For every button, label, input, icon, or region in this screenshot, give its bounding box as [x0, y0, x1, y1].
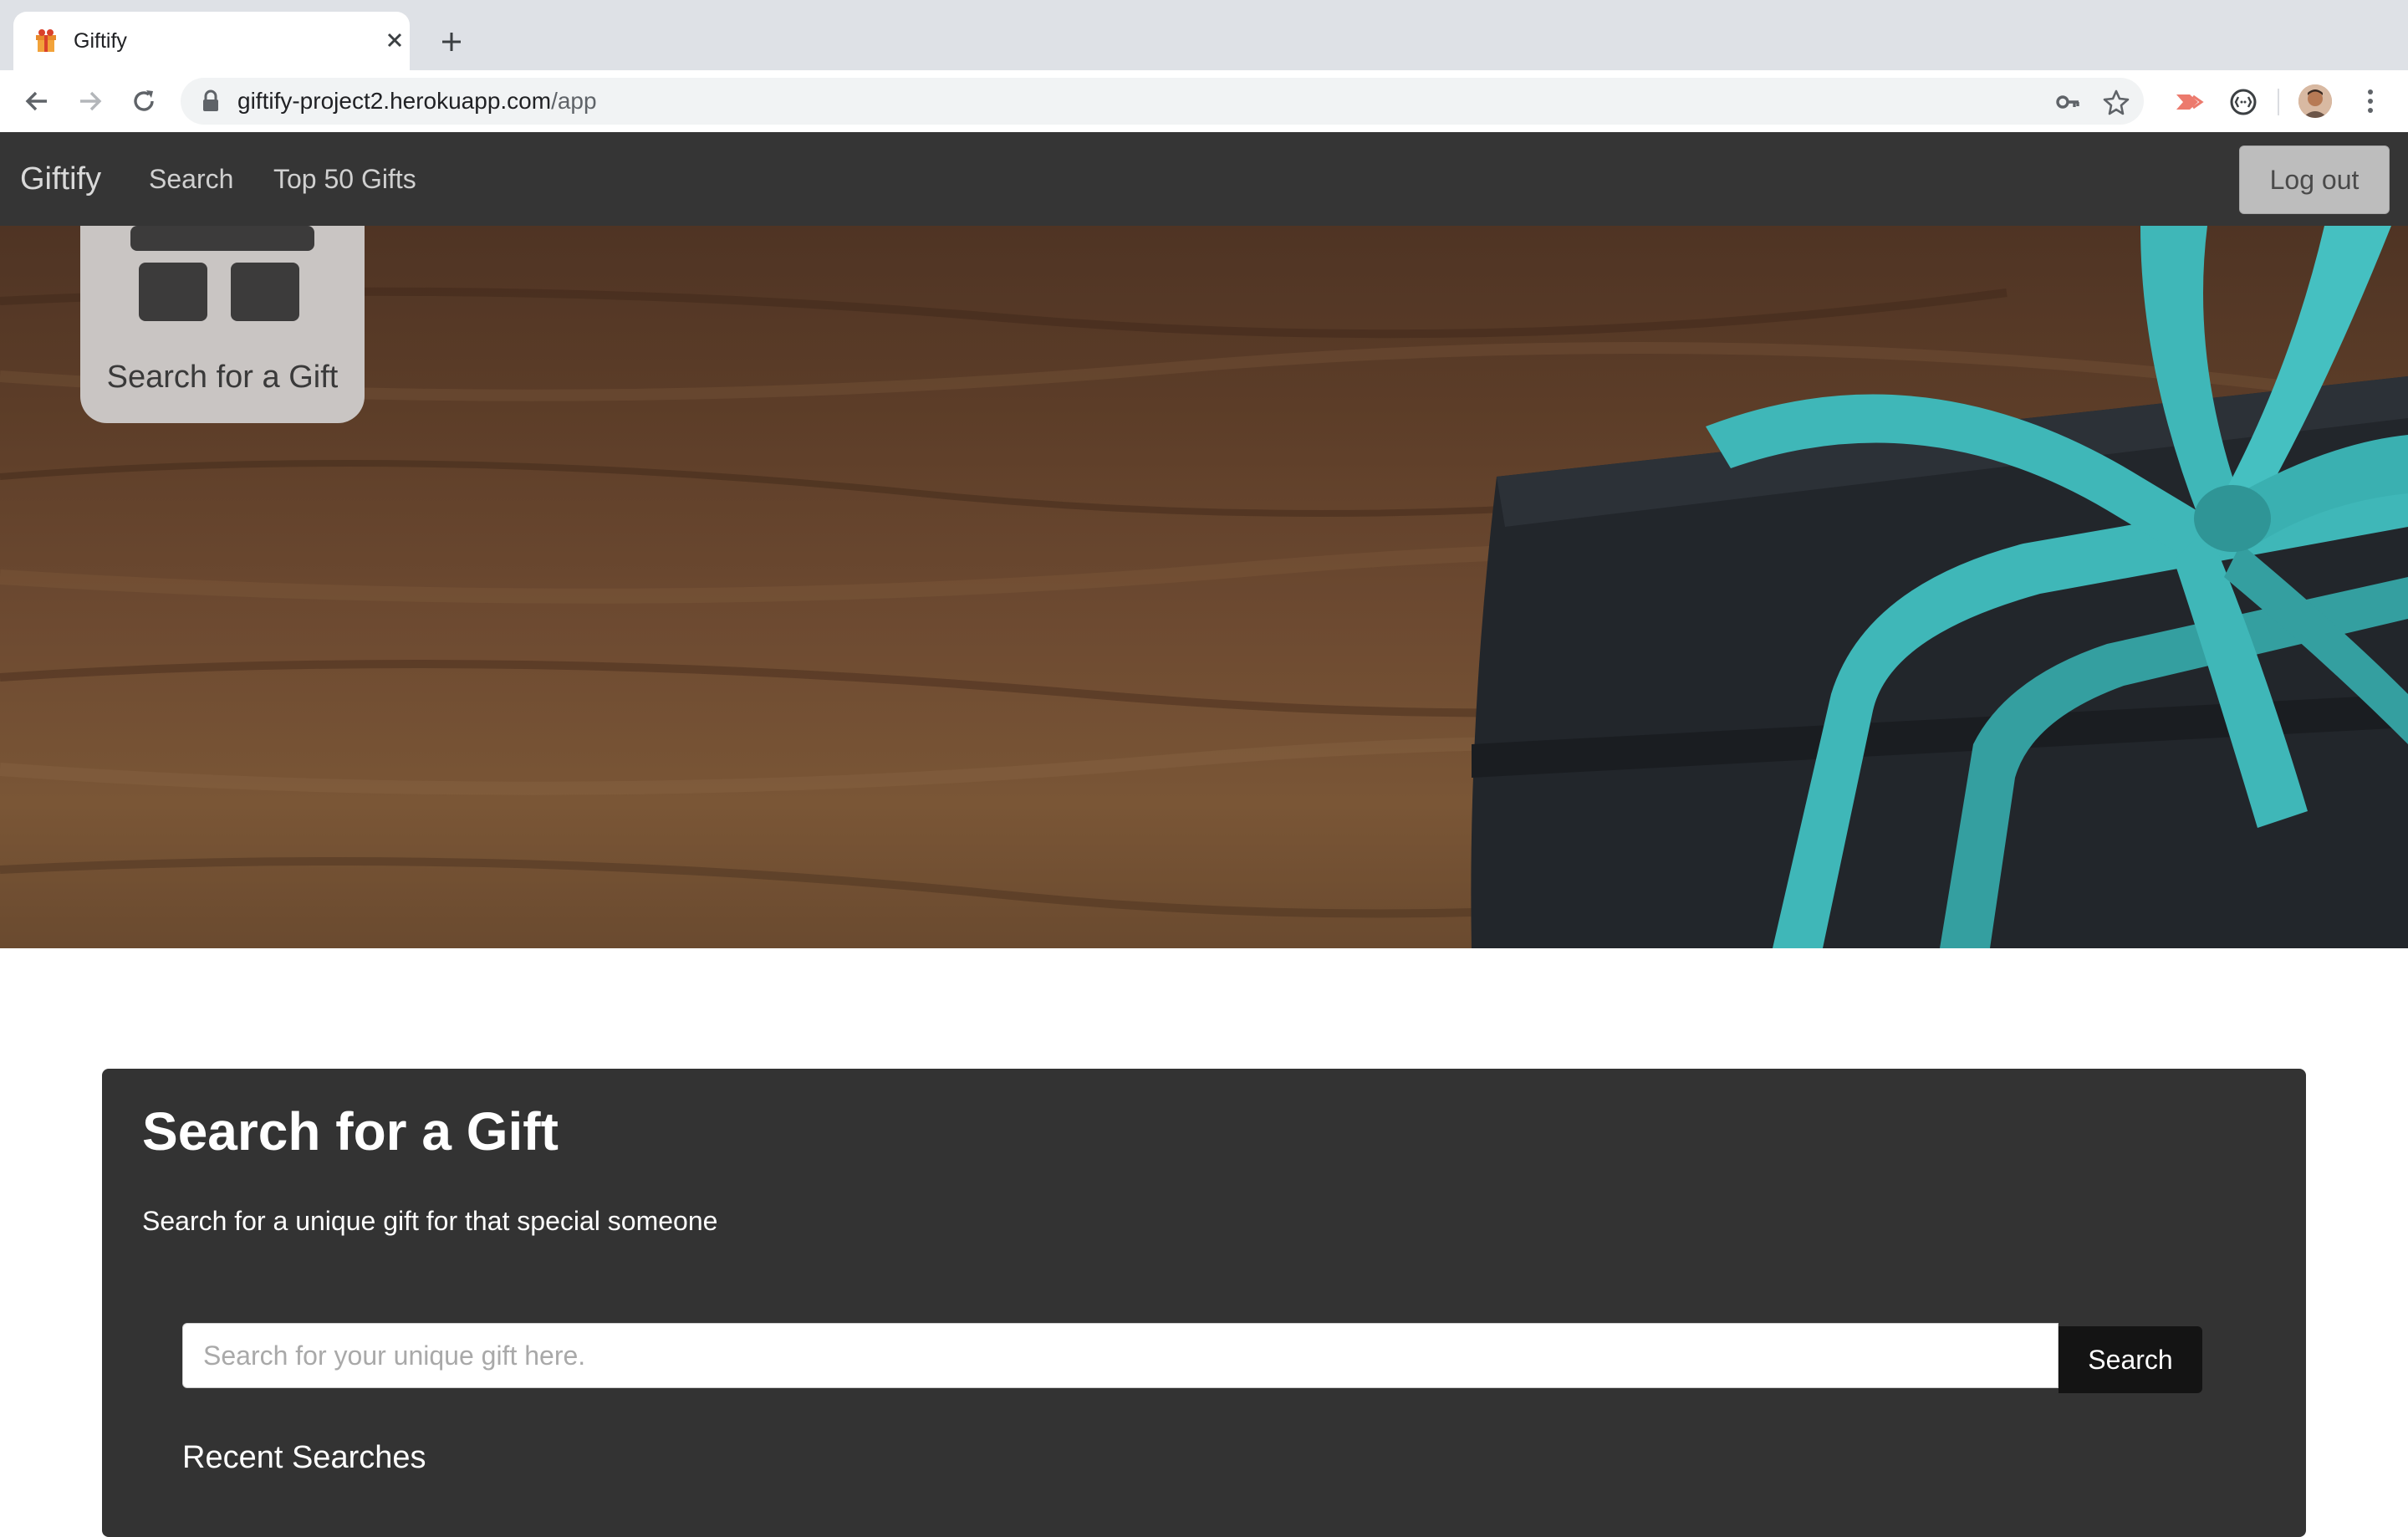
brand-logo[interactable]: Giftify [20, 132, 101, 226]
browser-tabstrip: Giftify [0, 0, 2408, 70]
tab-title: Giftify [74, 29, 127, 53]
toolbar-separator [2278, 89, 2279, 115]
panel-subtitle: Search for a unique gift for that specia… [142, 1206, 718, 1236]
reload-icon[interactable] [127, 84, 161, 118]
browser-toolbar: giftify-project2.herokuapp.com/app [0, 70, 2408, 133]
search-button[interactable]: Search [2059, 1326, 2202, 1393]
panel-title: Search for a Gift [142, 1101, 559, 1162]
search-input[interactable] [182, 1323, 2059, 1388]
forward-icon[interactable] [74, 84, 107, 118]
back-icon[interactable] [20, 84, 54, 118]
extension-icon[interactable] [2227, 86, 2259, 118]
recent-searches-heading: Recent Searches [182, 1440, 426, 1475]
logout-button[interactable]: Log out [2239, 146, 2390, 214]
address-bar[interactable]: giftify-project2.herokuapp.com/app [181, 78, 2144, 125]
nav-link-top-50-gifts[interactable]: Top 50 Gifts [273, 132, 416, 226]
search-gift-tile[interactable]: Search for a Gift [80, 226, 365, 423]
search-panel: Search for a Gift Search for a unique gi… [102, 1069, 2306, 1537]
browser-tab[interactable]: Giftify [13, 12, 410, 70]
menu-icon[interactable] [2356, 84, 2385, 118]
hero-banner: Search for a Gift [0, 226, 2408, 948]
tile-label: Search for a Gift [106, 360, 339, 395]
avatar[interactable] [2298, 84, 2332, 118]
extension-icon[interactable] [2174, 86, 2206, 118]
close-icon[interactable] [380, 25, 410, 55]
url-text: giftify-project2.herokuapp.com/app [237, 88, 597, 114]
key-icon[interactable] [2053, 88, 2082, 116]
new-tab-icon[interactable] [435, 25, 468, 59]
star-icon[interactable] [2102, 88, 2130, 116]
app-navbar: Giftify Search Top 50 Gifts Log out [0, 132, 2408, 226]
gift-favicon-icon [36, 29, 56, 52]
grid-icon [130, 226, 314, 321]
lock-icon [203, 89, 218, 111]
nav-link-search[interactable]: Search [149, 132, 233, 226]
